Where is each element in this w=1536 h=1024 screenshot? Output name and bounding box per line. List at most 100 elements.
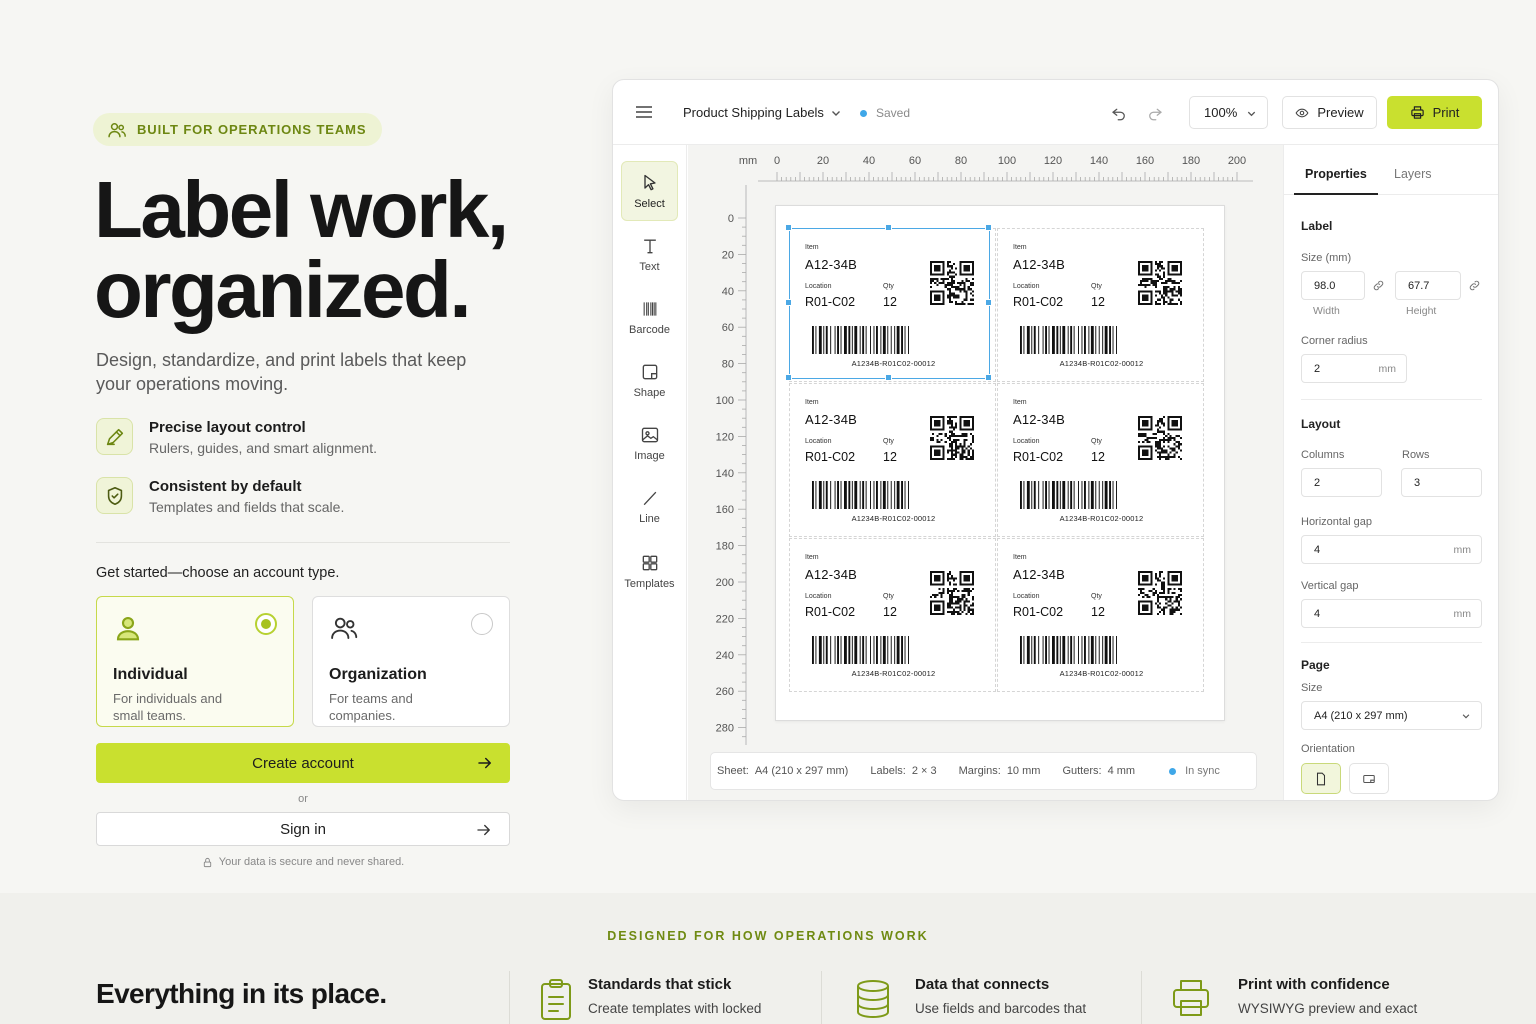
preview-button[interactable]: Preview bbox=[1282, 96, 1377, 129]
page-size-value: A4 (210 x 297 mm) bbox=[1314, 709, 1408, 722]
qty-key: Qty bbox=[1091, 593, 1102, 600]
status-key: Sheet: bbox=[717, 765, 749, 777]
tool-select[interactable]: Select bbox=[621, 161, 678, 221]
tool-text[interactable]: Text bbox=[621, 224, 678, 284]
feature-desc: Rulers, guides, and smart alignment. bbox=[149, 440, 377, 456]
label-card[interactable]: Item A12-34B Location R01-C02 Qty 12 A1234B-R0… bbox=[997, 383, 1204, 537]
tool-sidebar: Select Text Barcode Shape Image Line Tem… bbox=[613, 145, 687, 800]
tab-layers[interactable]: Layers bbox=[1394, 167, 1432, 181]
rows-label: Rows bbox=[1402, 449, 1430, 461]
ruler-tick-label: 40 bbox=[722, 286, 734, 298]
ruler-tick-label: 240 bbox=[716, 650, 734, 662]
ruler-tick-label: 0 bbox=[728, 213, 734, 225]
label-card[interactable]: Item A12-34B Location R01-C02 Qty 12 A1234B-R0… bbox=[997, 228, 1204, 382]
account-name: Individual bbox=[113, 666, 188, 683]
qr-code-graphic bbox=[930, 571, 974, 615]
account-option-organization[interactable]: Organization For teams and companies. bbox=[312, 596, 510, 727]
resize-handle[interactable] bbox=[785, 224, 792, 231]
resize-handle[interactable] bbox=[885, 224, 892, 231]
vertical-gap-value: 4 bbox=[1314, 607, 1321, 620]
orientation-landscape-button[interactable] bbox=[1349, 763, 1389, 794]
ruler-tick-label: 20 bbox=[817, 155, 829, 167]
columns-input[interactable]: 2 bbox=[1301, 468, 1382, 497]
hero-title: Label work, organized. bbox=[94, 170, 509, 330]
status-value: A4 (210 x 297 mm) bbox=[754, 765, 849, 777]
design-canvas[interactable]: mm 0 20 40 60 80 100 120 140 160 180 200 0 20 40 60 80 1… bbox=[688, 145, 1283, 800]
status-key: Margins: bbox=[958, 765, 1001, 777]
qty-key: Qty bbox=[1091, 438, 1102, 445]
print-button[interactable]: Print bbox=[1387, 96, 1482, 129]
section-title: Everything in its place. bbox=[96, 978, 387, 1009]
tool-line[interactable]: Line bbox=[621, 476, 678, 536]
label-card[interactable]: Item A12-34B Location R01-C02 Qty 12 A1234B-R0… bbox=[997, 538, 1204, 692]
columns-value: 2 bbox=[1314, 476, 1321, 489]
resize-handle[interactable] bbox=[985, 299, 992, 306]
ruler-tick-label: 100 bbox=[998, 155, 1016, 167]
feature-desc: Use fields and barcodes that bbox=[915, 1001, 1087, 1016]
orientation-portrait-button[interactable] bbox=[1301, 763, 1341, 794]
label-editor-window: Product Shipping Labels Saved 100% Previ… bbox=[612, 79, 1499, 801]
ruler-tick-label: 100 bbox=[716, 395, 734, 407]
location-key: Location bbox=[1013, 593, 1040, 600]
status-margins: Margins: 10 mm bbox=[959, 765, 1041, 777]
qty-value: 12 bbox=[1091, 450, 1105, 464]
resize-handle[interactable] bbox=[785, 299, 792, 306]
document-title-dropdown[interactable]: Product Shipping Labels bbox=[683, 105, 842, 120]
tool-templates[interactable]: Templates bbox=[621, 541, 678, 601]
tool-image[interactable]: Image bbox=[621, 413, 678, 473]
radio-unselected[interactable] bbox=[471, 613, 493, 635]
selection-box[interactable] bbox=[789, 228, 990, 379]
qr-code-graphic bbox=[1138, 416, 1182, 460]
tab-properties[interactable]: Properties bbox=[1305, 167, 1367, 181]
printer-icon bbox=[1173, 980, 1209, 1016]
vertical-gap-input[interactable]: 4 mm bbox=[1301, 599, 1482, 628]
unlink-icon[interactable] bbox=[1468, 279, 1481, 292]
item-key: Item bbox=[1013, 399, 1027, 406]
create-account-label: Create account bbox=[252, 754, 354, 772]
height-input[interactable]: 67.7 bbox=[1395, 271, 1461, 300]
tool-label: Line bbox=[639, 512, 660, 525]
tool-shape[interactable]: Shape bbox=[621, 350, 678, 410]
horizontal-gap-input[interactable]: 4 mm bbox=[1301, 535, 1482, 564]
ruler-tick-label: 140 bbox=[1090, 155, 1108, 167]
create-account-button[interactable]: Create account bbox=[96, 743, 510, 783]
width-input[interactable]: 98.0 bbox=[1301, 271, 1365, 300]
label-sheet[interactable]: Item A12-34B Location R01-C02 Qty 12 A1234B-R0… bbox=[775, 205, 1225, 721]
resize-handle[interactable] bbox=[985, 224, 992, 231]
label-card[interactable]: Item A12-34B Location R01-C02 Qty 12 A1234B-R0… bbox=[789, 383, 996, 537]
resize-handle[interactable] bbox=[785, 374, 792, 381]
resize-handle[interactable] bbox=[985, 374, 992, 381]
undo-icon[interactable] bbox=[1110, 104, 1128, 122]
corner-radius-input[interactable]: 2 mm bbox=[1301, 354, 1407, 383]
height-value: 67.7 bbox=[1408, 279, 1430, 292]
label-card[interactable]: Item A12-34B Location R01-C02 Qty 12 A1234B-R0… bbox=[789, 538, 996, 692]
feature-title: Print with confidence bbox=[1238, 976, 1390, 993]
shape-icon bbox=[642, 364, 657, 379]
print-label: Print bbox=[1432, 105, 1460, 120]
tool-label: Text bbox=[639, 260, 660, 273]
status-value: 10 mm bbox=[1006, 765, 1041, 777]
link-icon[interactable] bbox=[1372, 279, 1385, 292]
barcode-text: A1234B-R01C02-00012 bbox=[1059, 669, 1144, 678]
item-value: A12-34B bbox=[805, 412, 857, 427]
feature-desc: Templates and fields that scale. bbox=[149, 499, 345, 515]
status-labels: Labels: 2 × 3 bbox=[870, 765, 936, 777]
radio-selected[interactable] bbox=[255, 613, 277, 635]
save-status-text: Saved bbox=[876, 106, 911, 120]
redo-icon[interactable] bbox=[1146, 104, 1164, 122]
ruler-tick-label: 60 bbox=[909, 155, 921, 167]
tool-barcode[interactable]: Barcode bbox=[621, 287, 678, 347]
menu-icon[interactable] bbox=[635, 104, 653, 120]
account-option-individual[interactable]: Individual For individuals and small tea… bbox=[96, 596, 294, 727]
zoom-select[interactable]: 100% bbox=[1189, 96, 1268, 129]
security-note-text: Your data is secure and never shared. bbox=[218, 856, 405, 868]
security-note: Your data is secure and never shared. bbox=[96, 856, 510, 868]
rows-input[interactable]: 3 bbox=[1401, 468, 1482, 497]
page-size-select[interactable]: A4 (210 x 297 mm) bbox=[1301, 701, 1482, 730]
chevron-down-icon bbox=[831, 110, 840, 116]
arrow-right-icon bbox=[477, 824, 490, 836]
sign-in-button[interactable]: Sign in bbox=[96, 812, 510, 846]
resize-handle[interactable] bbox=[885, 374, 892, 381]
column-divider bbox=[821, 971, 822, 1024]
ruler-tick-label: 120 bbox=[1044, 155, 1062, 167]
